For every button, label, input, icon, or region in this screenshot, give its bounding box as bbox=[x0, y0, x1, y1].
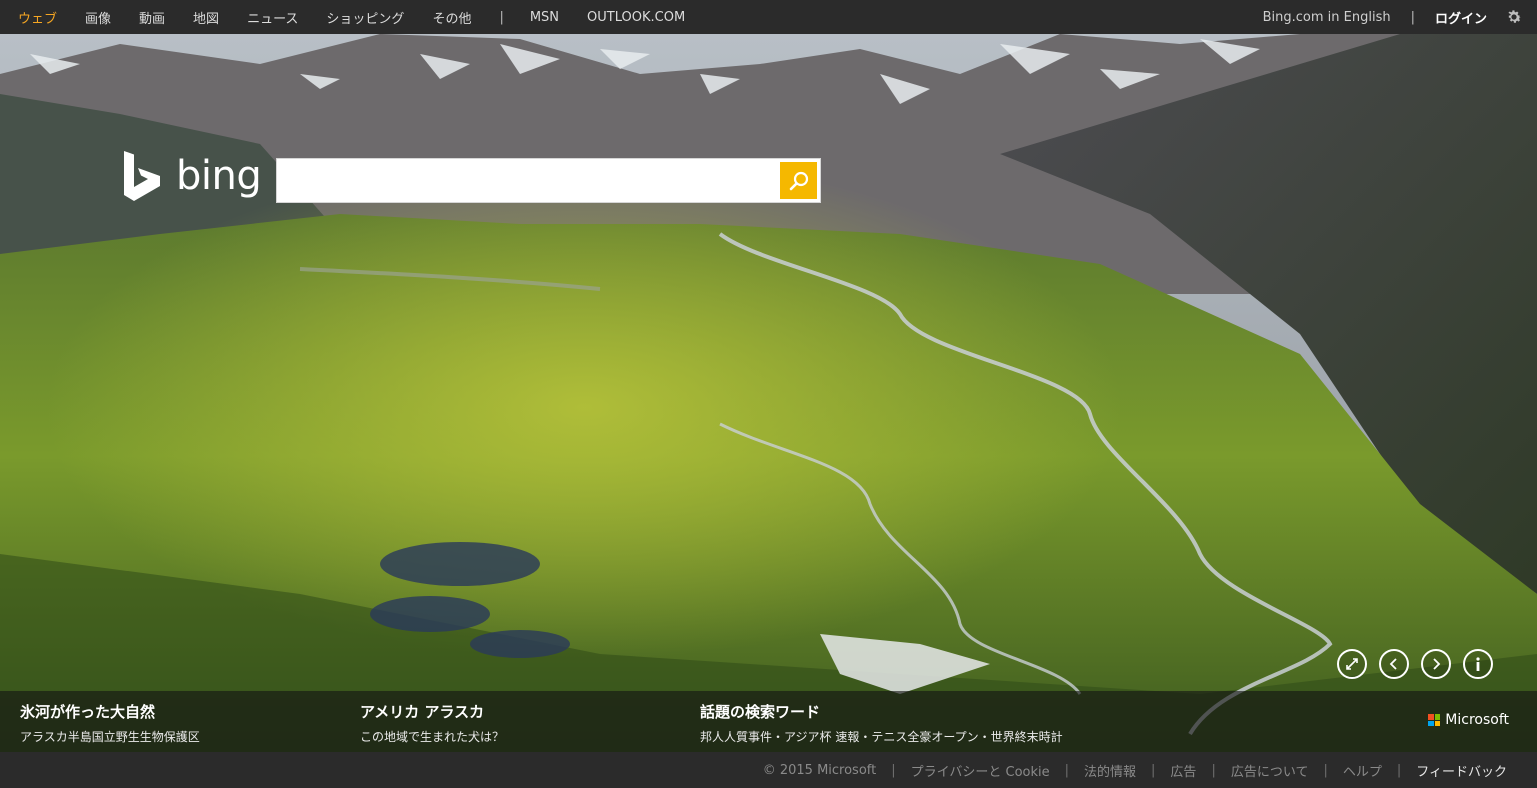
image-controls bbox=[1325, 649, 1493, 679]
bing-b-icon bbox=[124, 151, 160, 201]
footer-link-help[interactable]: ヘルプ bbox=[1343, 761, 1382, 780]
info-block-image-title[interactable]: 氷河が作った大自然 アラスカ半島国立野生生物保護区 bbox=[20, 701, 200, 745]
footer-links: © 2015 Microsoft | プライバシーと Cookie | 法的情報… bbox=[763, 761, 1507, 780]
chevron-left-icon bbox=[1389, 658, 1397, 670]
previous-image-button[interactable] bbox=[1379, 649, 1409, 679]
microsoft-logo-icon bbox=[1428, 714, 1441, 726]
footer-link-legal[interactable]: 法的情報 bbox=[1084, 761, 1136, 780]
nav-item-shopping[interactable]: ショッピング bbox=[326, 8, 404, 27]
nav-right: Bing.com in English | ログイン bbox=[1263, 0, 1523, 34]
info-subtitle[interactable]: この地域で生まれた犬は？ bbox=[360, 728, 504, 745]
next-image-button[interactable] bbox=[1421, 649, 1451, 679]
expand-icon bbox=[1346, 658, 1358, 670]
login-link[interactable]: ログイン bbox=[1435, 8, 1487, 27]
bing-logo[interactable]: bing bbox=[122, 151, 262, 201]
info-icon bbox=[1476, 657, 1480, 671]
info-title[interactable]: 氷河が作った大自然 bbox=[20, 701, 200, 722]
nav-item-images[interactable]: 画像 bbox=[85, 8, 111, 27]
microsoft-brand[interactable]: Microsoft bbox=[1428, 712, 1509, 728]
info-title[interactable]: アメリカ アラスカ bbox=[360, 701, 504, 722]
bing-logo-text: bing bbox=[176, 153, 262, 199]
footer-link-about-ads[interactable]: 広告について bbox=[1231, 761, 1309, 780]
english-link[interactable]: Bing.com in English bbox=[1263, 10, 1391, 25]
info-block-trending[interactable]: 話題の検索ワード 邦人人質事件・アジア杯 速報・テニス全豪オープン・世界終末時計 bbox=[700, 701, 1063, 745]
info-subtitle[interactable]: 邦人人質事件・アジア杯 速報・テニス全豪オープン・世界終末時計 bbox=[700, 728, 1063, 745]
nav-item-outlook[interactable]: OUTLOOK.COM bbox=[587, 10, 685, 25]
nav-item-msn[interactable]: MSN bbox=[530, 10, 559, 25]
nav-item-news[interactable]: ニュース bbox=[247, 8, 298, 27]
nav-item-more[interactable]: その他 bbox=[432, 8, 471, 27]
top-nav-bar: ウェブ 画像 動画 地図 ニュース ショッピング その他 | MSN OUTLO… bbox=[0, 0, 1537, 34]
fullscreen-button[interactable] bbox=[1337, 649, 1367, 679]
footer-separator: | bbox=[1211, 763, 1216, 778]
gear-icon[interactable] bbox=[1505, 8, 1523, 26]
chevron-right-icon bbox=[1433, 658, 1441, 670]
info-strip: 氷河が作った大自然 アラスカ半島国立野生生物保護区 アメリカ アラスカ この地域… bbox=[0, 691, 1537, 752]
nav-separator: | bbox=[499, 9, 504, 25]
image-info-button[interactable] bbox=[1463, 649, 1493, 679]
nav-item-web[interactable]: ウェブ bbox=[18, 8, 57, 27]
search-box bbox=[276, 158, 821, 203]
nav-item-videos[interactable]: 動画 bbox=[139, 8, 165, 27]
microsoft-text: Microsoft bbox=[1445, 712, 1509, 728]
landscape-image bbox=[0, 34, 1537, 752]
nav-left: ウェブ 画像 動画 地図 ニュース ショッピング その他 | MSN OUTLO… bbox=[0, 0, 713, 34]
hero-background: bing 氷河が作った大自然 アラスカ半島国立野生生物保護区 アメリカ アラスカ… bbox=[0, 34, 1537, 752]
footer-link-privacy[interactable]: プライバシーと Cookie bbox=[911, 761, 1050, 780]
footer-separator: | bbox=[1323, 763, 1328, 778]
footer-separator: | bbox=[891, 763, 896, 778]
footer-separator: | bbox=[1151, 763, 1156, 778]
info-block-location[interactable]: アメリカ アラスカ この地域で生まれた犬は？ bbox=[360, 701, 504, 745]
info-title[interactable]: 話題の検索ワード bbox=[700, 701, 1063, 722]
search-icon bbox=[789, 171, 808, 190]
feedback-link[interactable]: フィードバック bbox=[1416, 761, 1507, 780]
footer-link-advertise[interactable]: 広告 bbox=[1170, 761, 1196, 780]
footer: © 2015 Microsoft | プライバシーと Cookie | 法的情報… bbox=[0, 752, 1537, 788]
footer-separator: | bbox=[1396, 763, 1402, 778]
footer-separator: | bbox=[1064, 763, 1070, 778]
search-button[interactable] bbox=[780, 162, 817, 199]
nav-right-separator: | bbox=[1410, 9, 1415, 25]
search-input[interactable] bbox=[277, 159, 777, 202]
copyright: © 2015 Microsoft bbox=[762, 763, 877, 778]
info-subtitle[interactable]: アラスカ半島国立野生生物保護区 bbox=[20, 728, 200, 745]
nav-item-maps[interactable]: 地図 bbox=[193, 8, 219, 27]
